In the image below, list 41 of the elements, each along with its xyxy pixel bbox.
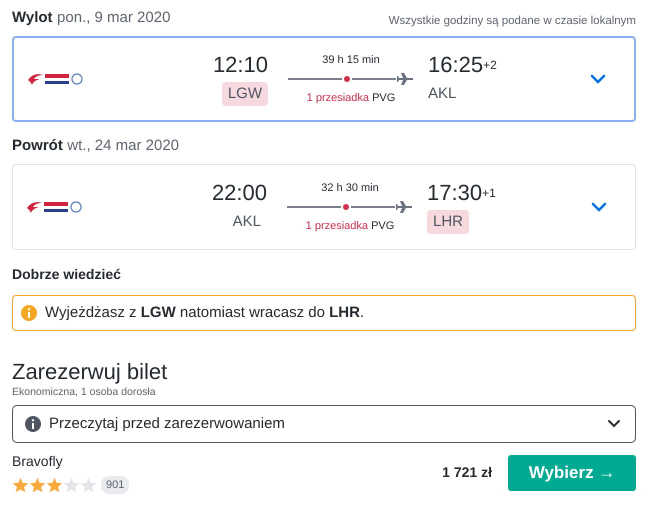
stopover-info: 1 przesiadka PVG	[306, 219, 394, 234]
star-icon	[12, 477, 29, 493]
booking-subtitle: Ekonomiczna, 1 osoba dorosła	[12, 385, 157, 400]
info-icon	[21, 305, 37, 321]
airline-logo-icon	[26, 70, 84, 87]
info-dropdown[interactable]: Przeczytaj przed zarezerwowaniem	[12, 404, 636, 443]
departure-time: 12:10	[212, 52, 268, 78]
section-title: Dobrze wiedzieć	[12, 265, 122, 284]
timezone-note: Wszystkie godziny są podane w czasie lokalnym	[388, 14, 636, 29]
chevron-down-icon	[607, 419, 621, 428]
provider-name: Bravofly	[12, 452, 64, 471]
airport-code: LGW	[222, 82, 268, 106]
route-line-icon	[288, 72, 414, 86]
star-icon	[29, 477, 46, 493]
flight-duration: 32 h 30 min	[321, 180, 379, 196]
route-line-icon	[287, 200, 413, 214]
booking-title: Zarezerwuj bilet	[12, 359, 168, 385]
notice-message: Wyjeżdżasz z LGW natomiast wracasz do LHR.	[45, 302, 364, 323]
star-icon	[46, 477, 63, 493]
star-icon	[63, 477, 80, 493]
info-icon	[25, 416, 41, 432]
chevron-down-icon[interactable]	[591, 202, 607, 212]
airport-code: LHR	[427, 210, 470, 234]
airline-logo-icon	[25, 198, 83, 215]
airport-code: AKL	[232, 212, 262, 232]
airport-code: AKL	[428, 84, 458, 104]
flight-duration: 39 h 15 min	[322, 52, 380, 68]
stopover-info: 1 przesiadka PVG	[306, 91, 396, 106]
departure-time: 22:00	[212, 180, 267, 206]
leg-label: Powrót	[12, 137, 63, 154]
leg-label: Wylot	[12, 9, 53, 26]
review-count: 901	[101, 476, 130, 494]
flight-card[interactable]: 22:00 AKL 32 h 30 min 1 przesiadka PVG 17:30+1 LHR	[12, 164, 636, 250]
leg-date: wt., 24 mar 2020	[67, 137, 180, 154]
star-icon	[80, 477, 97, 493]
flight-card[interactable]: 12:10 LGW 39 h 15 min 1 przesiadka PVG 16:25+2 AKL	[12, 36, 636, 122]
price: 1 721 zł	[442, 463, 492, 482]
chevron-down-icon[interactable]	[590, 74, 606, 84]
arrival-time: 16:25+2	[428, 52, 497, 78]
leg-date: pon., 9 mar 2020	[57, 9, 170, 26]
arrival-time: 17:30+1	[427, 180, 496, 206]
